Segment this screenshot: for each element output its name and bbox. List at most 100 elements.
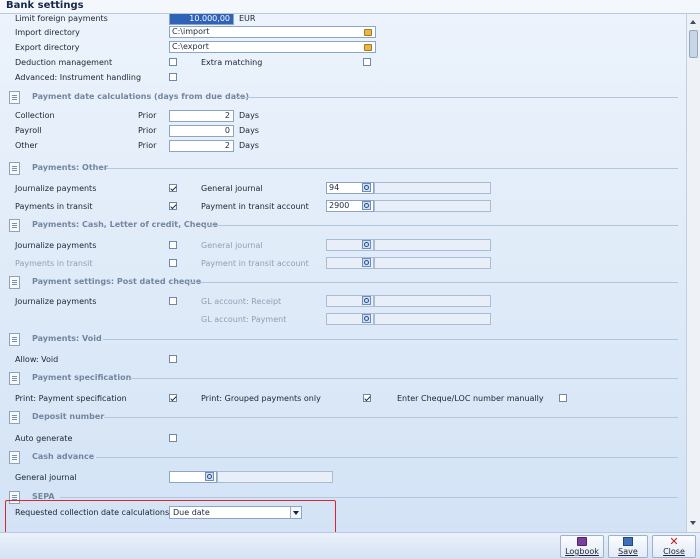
section-payments-cash: Payments: Cash, Letter of credit, Cheque bbox=[0, 217, 686, 233]
folder-icon[interactable] bbox=[364, 29, 372, 36]
payments-in-transit-label: Payments in transit bbox=[15, 259, 93, 268]
section-title: Payment settings: Post dated cheque bbox=[32, 277, 202, 286]
enter-cheque-manually-label: Enter Cheque/LOC number manually bbox=[397, 394, 544, 403]
scroll-up-icon[interactable] bbox=[689, 18, 698, 27]
journalize-payments-label: Journalize payments bbox=[15, 297, 97, 306]
requested-collection-date-dropdown[interactable]: Due date bbox=[169, 506, 302, 519]
days-label: Days bbox=[239, 141, 259, 150]
extra-matching-label: Extra matching bbox=[201, 58, 263, 67]
print-grouped-label: Print: Grouped payments only bbox=[201, 394, 321, 403]
section-divider bbox=[236, 97, 678, 98]
section-title: Payment date calculations (days from due… bbox=[32, 92, 250, 101]
section-title: Payments: Void bbox=[32, 334, 102, 343]
transit-account-label: Payment in transit account bbox=[201, 259, 309, 268]
window-title: Bank settings bbox=[6, 0, 84, 11]
deduction-management-label: Deduction management bbox=[15, 58, 113, 67]
section-divider bbox=[106, 168, 678, 169]
section-divider bbox=[204, 225, 678, 226]
gl-payment-description bbox=[374, 313, 491, 325]
transit-account-label: Payment in transit account bbox=[201, 202, 309, 211]
section-divider bbox=[96, 457, 678, 458]
general-journal-label: General journal bbox=[201, 184, 263, 193]
scroll-down-icon[interactable] bbox=[689, 519, 698, 528]
print-payment-spec-label: Print: Payment specification bbox=[15, 394, 127, 403]
limit-foreign-currency: EUR bbox=[239, 14, 256, 23]
deduction-management-checkbox[interactable] bbox=[169, 58, 177, 66]
save-button[interactable]: Save bbox=[608, 535, 648, 558]
logbook-label: Logbook bbox=[565, 547, 599, 556]
payroll-label: Payroll bbox=[15, 126, 42, 135]
limit-foreign-label: Limit foreign payments bbox=[15, 14, 108, 23]
print-grouped-checkbox[interactable] bbox=[363, 394, 371, 402]
section-divider bbox=[103, 339, 678, 340]
close-button[interactable]: ✕ Close bbox=[652, 535, 696, 558]
advanced-instrument-label: Advanced: Instrument handling bbox=[15, 73, 142, 82]
section-title: Cash advance bbox=[32, 452, 95, 461]
export-directory-input[interactable]: C:\export bbox=[169, 41, 376, 53]
other-days-input[interactable]: 2 bbox=[169, 140, 234, 152]
payments-in-transit-label: Payments in transit bbox=[15, 202, 93, 211]
close-label: Close bbox=[663, 547, 685, 556]
prior-label: Prior bbox=[138, 126, 157, 135]
payroll-days-input[interactable]: 0 bbox=[169, 125, 234, 137]
journalize-payments-checkbox[interactable] bbox=[169, 241, 177, 249]
days-label: Days bbox=[239, 111, 259, 120]
save-icon bbox=[623, 537, 633, 546]
folder-icon[interactable] bbox=[364, 44, 372, 51]
section-payments-other: Payments: Other bbox=[0, 160, 686, 176]
gl-receipt-label: GL account: Receipt bbox=[201, 297, 282, 306]
section-divider bbox=[188, 282, 678, 283]
journalize-payments-label: Journalize payments bbox=[15, 241, 97, 250]
lookup-icon[interactable] bbox=[362, 183, 371, 192]
general-journal-description bbox=[217, 471, 333, 483]
journalize-payments-checkbox[interactable] bbox=[169, 297, 177, 305]
section-payment-date: Payment date calculations (days from due… bbox=[0, 89, 686, 105]
collection-days-input[interactable]: 2 bbox=[169, 110, 234, 122]
close-icon: ✕ bbox=[669, 535, 679, 548]
document-icon bbox=[9, 276, 20, 289]
section-deposit-number: Deposit number bbox=[0, 409, 686, 425]
extra-matching-checkbox[interactable] bbox=[363, 58, 371, 66]
payments-in-transit-checkbox[interactable] bbox=[169, 202, 177, 210]
transit-account-description bbox=[374, 257, 491, 269]
prior-label: Prior bbox=[138, 141, 157, 150]
footer-toolbar: Logbook Save ✕ Close bbox=[0, 532, 700, 559]
lookup-icon bbox=[362, 258, 371, 267]
document-icon bbox=[9, 372, 20, 385]
auto-generate-checkbox[interactable] bbox=[169, 434, 177, 442]
section-cash-advance: Cash advance bbox=[0, 449, 686, 465]
vertical-scrollbar[interactable] bbox=[686, 14, 700, 532]
logbook-button[interactable]: Logbook bbox=[560, 535, 604, 558]
payments-in-transit-checkbox[interactable] bbox=[169, 259, 177, 267]
limit-foreign-input[interactable]: 10.000,00 bbox=[169, 14, 234, 25]
document-icon bbox=[9, 91, 20, 104]
gl-payment-label: GL account: Payment bbox=[201, 315, 287, 324]
logbook-icon bbox=[577, 537, 587, 546]
import-directory-input[interactable]: C:\import bbox=[169, 26, 376, 38]
lookup-icon bbox=[362, 240, 371, 249]
export-directory-label: Export directory bbox=[15, 43, 80, 52]
days-label: Days bbox=[239, 126, 259, 135]
section-title: Payment specification bbox=[32, 373, 132, 382]
journalize-payments-checkbox[interactable] bbox=[169, 184, 177, 192]
document-icon bbox=[9, 333, 20, 346]
general-journal-description bbox=[374, 182, 491, 194]
auto-generate-label: Auto generate bbox=[15, 434, 73, 443]
allow-void-checkbox[interactable] bbox=[169, 355, 177, 363]
section-payment-specification: Payment specification bbox=[0, 370, 686, 386]
lookup-icon[interactable] bbox=[205, 472, 214, 481]
section-title: Deposit number bbox=[32, 412, 105, 421]
lookup-icon bbox=[362, 314, 371, 323]
scrollbar-thumb[interactable] bbox=[689, 30, 698, 58]
advanced-instrument-checkbox[interactable] bbox=[169, 73, 177, 81]
enter-cheque-manually-checkbox[interactable] bbox=[559, 394, 567, 402]
document-icon bbox=[9, 411, 20, 424]
chevron-down-icon[interactable] bbox=[290, 507, 301, 518]
document-icon bbox=[9, 219, 20, 232]
lookup-icon[interactable] bbox=[362, 201, 371, 210]
print-payment-spec-checkbox[interactable] bbox=[169, 394, 177, 402]
dropdown-value: Due date bbox=[173, 508, 210, 517]
section-payments-void: Payments: Void bbox=[0, 331, 686, 347]
journalize-payments-label: Journalize payments bbox=[15, 184, 97, 193]
prior-label: Prior bbox=[138, 111, 157, 120]
